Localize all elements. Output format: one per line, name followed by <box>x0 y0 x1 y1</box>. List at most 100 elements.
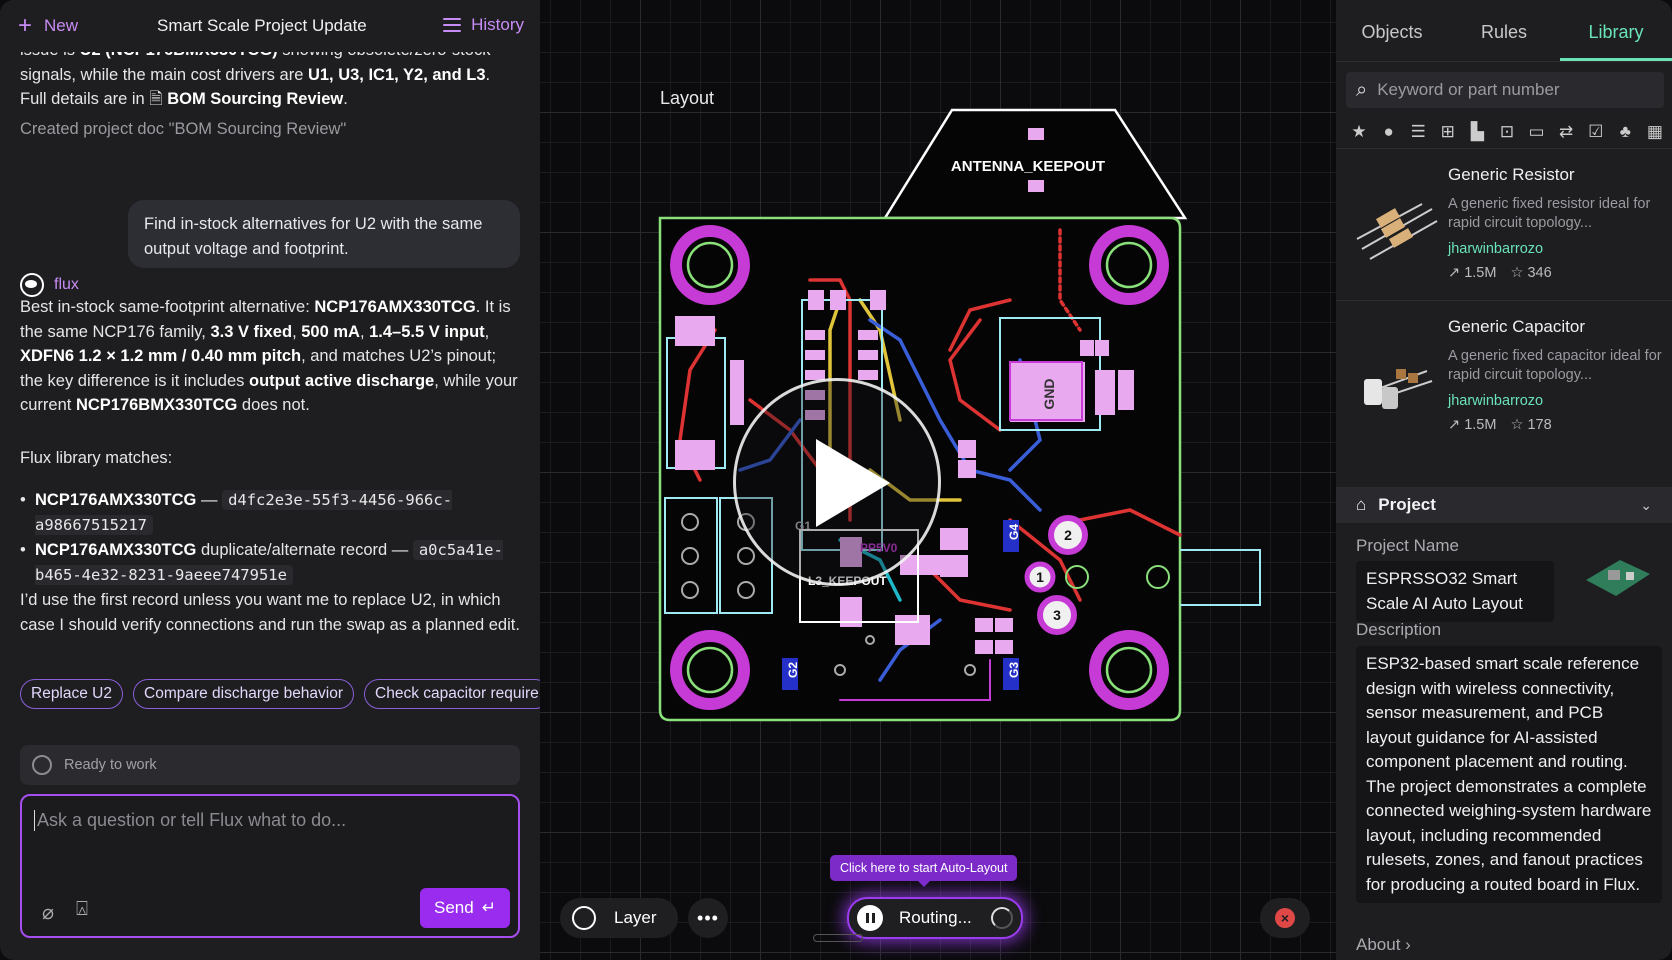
project-name-label: Project Name <box>1356 536 1459 555</box>
play-video-button[interactable] <box>733 378 941 586</box>
description-label: Description <box>1356 620 1442 639</box>
history-button[interactable]: History <box>443 15 524 35</box>
assistant-tag: flux <box>20 273 79 297</box>
chat-input[interactable] <box>34 810 504 831</box>
description-field[interactable]: ESP32-based smart scale reference design… <box>1356 646 1662 903</box>
star-outline-icon: ☆ <box>1510 417 1524 433</box>
list-item: NCP176AMX330TCG — d4fc2e3e-55f3-4456-966… <box>20 488 520 538</box>
plus-icon: + <box>18 12 33 39</box>
canvas-scroll-handle[interactable] <box>813 934 863 942</box>
project-section-header[interactable]: ⌂ Project ⌄ <box>1336 487 1672 523</box>
chip-replace-u2[interactable]: Replace U2 <box>20 679 123 709</box>
svg-text:1: 1 <box>1036 569 1044 585</box>
pcb-canvas[interactable]: ANTENNA_KEEPOUT GND G2 G3 G4 G1 PP5V0 2 … <box>540 0 1336 960</box>
broadcast-icon[interactable]: ⍓ <box>76 898 88 921</box>
history-label: History <box>471 15 524 34</box>
more-options-button[interactable]: ••• <box>688 898 728 938</box>
library-item-stats: ↗ 1.5M ☆ 178 <box>1448 417 1552 433</box>
cart-icon[interactable]: ⊞ <box>1437 122 1459 142</box>
assistant-response: Best in-stock same-footprint alternative… <box>20 298 518 414</box>
tab-objects[interactable]: Objects <box>1336 0 1448 61</box>
ellipsis-icon: ••• <box>697 907 719 928</box>
followup-message: I’d use the first record unless you want… <box>20 591 520 634</box>
stop-button[interactable]: × <box>1260 898 1310 938</box>
layer-circle-icon <box>572 906 596 930</box>
project-header-label: Project <box>1378 495 1436 514</box>
list-icon[interactable]: ☰ <box>1407 122 1429 142</box>
status-text: Ready to work <box>64 757 157 773</box>
routing-label: Routing... <box>899 908 972 927</box>
user-icon[interactable]: ● <box>1378 122 1400 142</box>
about-link[interactable]: About › <box>1356 935 1411 955</box>
auto-layout-tooltip[interactable]: Click here to start Auto-Layout <box>830 855 1018 887</box>
chat-panel: + New Smart Scale Project Update History… <box>0 0 540 960</box>
filter-bar: ★ ● ☰ ⊞ ▙ ⊡ ▭ ⇄ ☑ ♣ ▦ <box>1348 122 1666 142</box>
factory-icon[interactable]: ▙ <box>1466 122 1488 142</box>
switch-icon[interactable]: ⇄ <box>1555 122 1577 142</box>
status-ring-icon <box>32 755 52 775</box>
chat-title: Smart Scale Project Update <box>157 16 367 35</box>
right-panel: Objects Rules Library ⌕ ★ ● ☰ ⊞ ▙ ⊡ ▭ ⇄ … <box>1336 0 1672 960</box>
svg-text:G2: G2 <box>786 662 800 678</box>
svg-text:2: 2 <box>1064 527 1072 543</box>
grid-icon[interactable]: ▦ <box>1644 122 1666 142</box>
star-outline-icon: ☆ <box>1510 265 1524 281</box>
chip-check-capacitor[interactable]: Check capacitor require <box>364 679 540 709</box>
library-item-author[interactable]: jharwinbarrozo <box>1448 393 1543 409</box>
user-message: Find in-stock alternatives for U2 with t… <box>128 200 520 268</box>
library-item-desc: A generic fixed resistor ideal for rapid… <box>1448 196 1651 231</box>
chat-topbar: + New Smart Scale Project Update History <box>0 0 540 52</box>
document-icon: 🗎 <box>149 90 163 108</box>
trend-icon: ↗ <box>1448 265 1461 281</box>
library-item-desc: A generic fixed capacitor ideal for rapi… <box>1448 348 1662 383</box>
tab-rules[interactable]: Rules <box>1448 0 1560 61</box>
chevron-down-icon: ⌄ <box>1640 496 1652 513</box>
matches-heading: Flux library matches: <box>20 449 173 467</box>
doc-link[interactable]: BOM Sourcing Review <box>167 90 343 108</box>
layout-label: Layout <box>660 88 715 108</box>
suggestion-chips: Replace U2 Compare discharge behavior Ch… <box>20 679 540 709</box>
checkbox-icon[interactable]: ☑ <box>1585 122 1607 142</box>
list-item: NCP176AMX330TCG duplicate/alternate reco… <box>20 538 520 588</box>
library-item[interactable]: Generic Capacitor A generic fixed capaci… <box>1336 300 1672 448</box>
menu-icon <box>443 18 462 32</box>
library-item-author[interactable]: jharwinbarrozo <box>1448 241 1543 257</box>
tab-library[interactable]: Library <box>1560 0 1672 61</box>
library-search: ⌕ <box>1346 72 1664 108</box>
battery-icon[interactable]: ▭ <box>1526 122 1548 142</box>
message-composer: ⌀ ⍓ Send ↵ <box>20 794 520 938</box>
chevron-right-icon: › <box>1405 935 1411 954</box>
library-item-name: Generic Capacitor <box>1448 317 1586 336</box>
send-label: Send <box>434 898 474 917</box>
flux-logo-icon <box>20 273 44 297</box>
chip-icon[interactable]: ⊡ <box>1496 122 1518 142</box>
routing-control[interactable]: Routing... <box>847 897 1023 939</box>
enter-icon: ↵ <box>481 898 496 917</box>
project-name-field[interactable]: ESPRSSO32 Smart Scale AI Auto Layout <box>1356 561 1554 622</box>
keepout-label: ANTENNA_KEEPOUT <box>951 158 1105 175</box>
parts-icon[interactable]: ♣ <box>1614 122 1636 142</box>
library-item[interactable]: Generic Resistor A generic fixed resisto… <box>1336 148 1672 296</box>
pause-icon[interactable] <box>857 905 883 931</box>
search-input[interactable] <box>1377 80 1648 100</box>
svg-text:3: 3 <box>1053 607 1061 623</box>
svg-text:G3: G3 <box>1007 662 1021 678</box>
new-chat-button[interactable]: + New <box>18 14 78 38</box>
created-doc-note: Created project doc "BOM Sourcing Review… <box>20 120 347 138</box>
matches-list: NCP176AMX330TCG — d4fc2e3e-55f3-4456-966… <box>20 488 520 588</box>
svg-text:G4: G4 <box>1007 524 1021 540</box>
library-item-name: Generic Resistor <box>1448 165 1575 184</box>
attach-icon[interactable]: ⌀ <box>42 900 54 925</box>
layer-label: Layer <box>614 908 657 927</box>
spinner-icon <box>991 907 1013 929</box>
star-icon[interactable]: ★ <box>1348 122 1370 142</box>
panel-tabs: Objects Rules Library <box>1336 0 1672 62</box>
send-button[interactable]: Send ↵ <box>420 888 510 928</box>
chip-compare-discharge[interactable]: Compare discharge behavior <box>133 679 355 709</box>
close-icon: × <box>1275 908 1295 928</box>
new-chat-label: New <box>44 16 79 35</box>
trend-icon: ↗ <box>1448 417 1461 433</box>
layer-button[interactable]: Layer <box>560 898 678 938</box>
assistant-name: flux <box>54 276 79 293</box>
library-item-stats: ↗ 1.5M ☆ 346 <box>1448 265 1552 281</box>
